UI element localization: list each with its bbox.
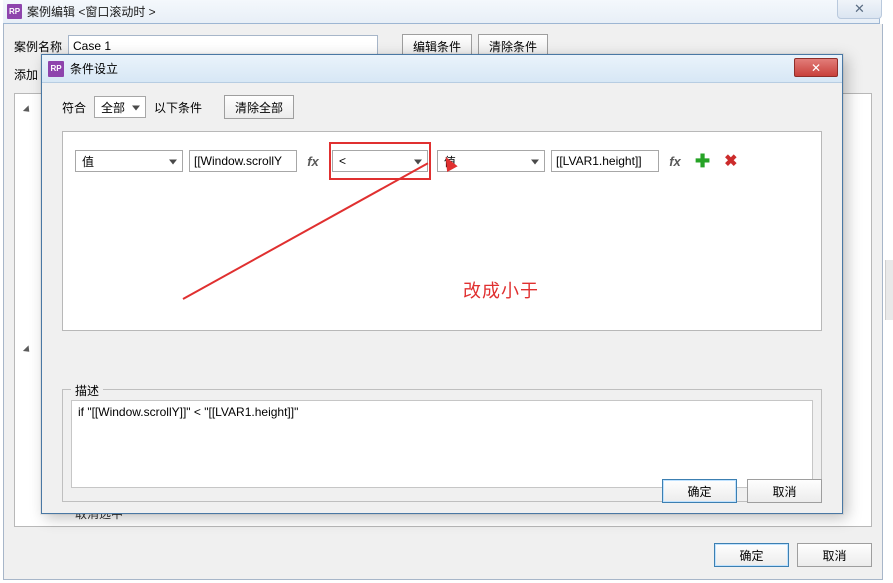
outer-close-button[interactable]: ✕ (837, 0, 882, 19)
fx-button-right[interactable]: fx (665, 150, 685, 172)
chevron-down-icon (23, 105, 32, 114)
fx-button-left[interactable]: fx (303, 150, 323, 172)
delete-condition-icon[interactable]: ✖ (720, 151, 741, 171)
annotation-frame: < (329, 142, 431, 180)
app-icon: RP (7, 4, 22, 19)
dialog-ok-button[interactable]: 确定 (662, 479, 737, 503)
outer-cancel-button[interactable]: 取消 (797, 543, 872, 567)
right-expr-input[interactable] (551, 150, 659, 172)
close-icon: ✕ (811, 61, 821, 75)
description-text[interactable] (71, 400, 813, 488)
condition-list: 值 fx < 值 fx ✚ ✖ 改成小于 (62, 131, 822, 331)
close-icon: ✕ (854, 1, 865, 17)
dialog-cancel-button[interactable]: 取消 (747, 479, 822, 503)
outer-ok-button[interactable]: 确定 (714, 543, 789, 567)
annotation-text: 改成小于 (463, 277, 539, 303)
annotation-arrow-line (183, 162, 429, 299)
description-legend: 描述 (71, 382, 103, 399)
condition-dialog: RP 条件设立 ✕ 符合 全部 以下条件 清除全部 值 fx < 值 fx ✚ (41, 54, 843, 514)
match-suffix-label: 以下条件 (154, 99, 202, 116)
match-combo[interactable]: 全部 (94, 96, 146, 118)
dialog-close-button[interactable]: ✕ (794, 58, 838, 77)
condition-dialog-body: 符合 全部 以下条件 清除全部 值 fx < 值 fx ✚ ✖ 改成小于 (42, 83, 842, 513)
left-expr-input[interactable] (189, 150, 297, 172)
condition-dialog-title: 条件设立 (70, 60, 118, 77)
chevron-down-icon (23, 345, 32, 354)
left-type-combo[interactable]: 值 (75, 150, 183, 172)
app-icon: RP (48, 61, 64, 77)
clear-all-button[interactable]: 清除全部 (224, 95, 294, 119)
case-name-label: 案例名称 (14, 38, 62, 55)
add-condition-icon[interactable]: ✚ (691, 151, 714, 172)
case-editor-title: 案例编辑 <窗口滚动时 > (27, 3, 156, 20)
add-label: 添加 (14, 68, 38, 82)
condition-dialog-titlebar[interactable]: RP 条件设立 ✕ (42, 55, 842, 83)
scrollbar-hint (885, 260, 893, 320)
match-prefix-label: 符合 (62, 99, 86, 116)
case-editor-titlebar[interactable]: RP 案例编辑 <窗口滚动时 > ✕ (3, 0, 880, 24)
